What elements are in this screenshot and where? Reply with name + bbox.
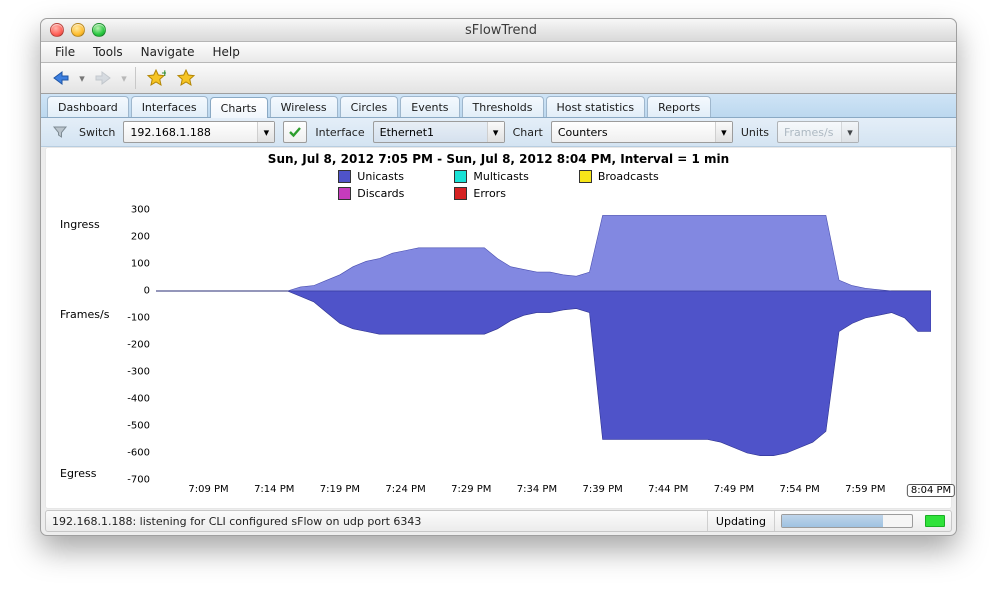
chart-plot[interactable]	[156, 210, 931, 480]
switch-label: Switch	[79, 126, 115, 139]
switch-combo[interactable]: 192.168.1.188 ▾	[123, 121, 275, 143]
switch-value: 192.168.1.188	[124, 126, 214, 139]
x-tick: 7:49 PM	[714, 484, 754, 495]
back-button[interactable]	[47, 66, 75, 90]
legend-label: Discards	[357, 187, 404, 200]
forward-button[interactable]	[89, 66, 117, 90]
status-message: 192.168.1.188: listening for CLI configu…	[46, 511, 708, 531]
status-state: Updating	[708, 511, 775, 531]
units-combo: Frames/s ▾	[777, 121, 859, 143]
tab-charts[interactable]: Charts	[210, 97, 268, 118]
tabstrip: Dashboard Interfaces Charts Wireless Cir…	[41, 94, 956, 118]
minimize-icon[interactable]	[71, 23, 85, 37]
tab-wireless[interactable]: Wireless	[270, 96, 338, 117]
y-tick: 200	[131, 232, 156, 243]
units-value: Frames/s	[778, 126, 837, 139]
tab-host-stats[interactable]: Host statistics	[546, 96, 646, 117]
chevron-down-icon: ▾	[715, 122, 732, 142]
ingress-label: Ingress	[60, 218, 100, 231]
chevron-down-icon: ▾	[487, 122, 504, 142]
y-tick: -300	[127, 367, 156, 378]
x-tick: 7:29 PM	[451, 484, 491, 495]
status-bar: 192.168.1.188: listening for CLI configu…	[45, 510, 952, 532]
selector-bar: Switch 192.168.1.188 ▾ Interface Etherne…	[41, 118, 956, 147]
x-tick: 7:14 PM	[254, 484, 294, 495]
tab-circles[interactable]: Circles	[340, 96, 399, 117]
y-tick: -400	[127, 394, 156, 405]
x-tick: 7:09 PM	[188, 484, 228, 495]
legend-swatch-discards	[338, 187, 351, 200]
chart-combo[interactable]: Counters ▾	[551, 121, 733, 143]
svg-text:+: +	[161, 69, 166, 79]
interface-value: Ethernet1	[374, 126, 438, 139]
tab-dashboard[interactable]: Dashboard	[47, 96, 129, 117]
close-icon[interactable]	[50, 23, 64, 37]
legend-label: Broadcasts	[598, 170, 659, 183]
legend-swatch-errors	[454, 187, 467, 200]
menu-navigate[interactable]: Navigate	[133, 43, 203, 61]
chevron-down-icon: ▾	[841, 122, 858, 142]
toolbar: ▾ ▾ +	[41, 63, 956, 94]
y-tick: -100	[127, 313, 156, 324]
tab-interfaces[interactable]: Interfaces	[131, 96, 208, 117]
legend-label: Errors	[473, 187, 506, 200]
y-tick: 0	[144, 286, 156, 297]
legend-swatch-multicasts	[454, 170, 467, 183]
tab-events[interactable]: Events	[400, 96, 459, 117]
x-tick: 7:59 PM	[845, 484, 885, 495]
forward-history-caret[interactable]: ▾	[119, 72, 129, 85]
window-title: sFlowTrend	[106, 23, 896, 38]
y-tick: -700	[127, 475, 156, 486]
favorites-button[interactable]	[172, 66, 200, 90]
legend-label: Unicasts	[357, 170, 404, 183]
back-history-caret[interactable]: ▾	[77, 72, 87, 85]
y-tick: 300	[131, 205, 156, 216]
menu-file[interactable]: File	[47, 43, 83, 61]
interface-label: Interface	[315, 126, 364, 139]
chart-title: Sun, Jul 8, 2012 7:05 PM - Sun, Jul 8, 2…	[46, 152, 951, 166]
chart-legend: Unicasts Discards Multicasts Errors Broa…	[46, 170, 951, 200]
menu-tools[interactable]: Tools	[85, 43, 131, 61]
y-axis-label: Frames/s	[60, 308, 109, 321]
chart-value: Counters	[552, 126, 612, 139]
menubar: File Tools Navigate Help	[41, 42, 956, 63]
y-tick: -600	[127, 448, 156, 459]
x-tick: 7:54 PM	[779, 484, 819, 495]
units-label: Units	[741, 126, 769, 139]
y-tick: 100	[131, 259, 156, 270]
tab-thresholds[interactable]: Thresholds	[462, 96, 544, 117]
chart-panel: Sun, Jul 8, 2012 7:05 PM - Sun, Jul 8, 2…	[45, 147, 952, 509]
legend-swatch-unicasts	[338, 170, 351, 183]
chart-label: Chart	[513, 126, 543, 139]
apply-check-button[interactable]	[283, 121, 307, 143]
legend-swatch-broadcasts	[579, 170, 592, 183]
status-led-icon	[925, 515, 945, 527]
add-favorite-button[interactable]: +	[142, 66, 170, 90]
toolbar-separator	[135, 67, 136, 89]
x-tick: 7:39 PM	[582, 484, 622, 495]
x-tick: 7:44 PM	[648, 484, 688, 495]
y-tick: -200	[127, 340, 156, 351]
chevron-down-icon: ▾	[257, 122, 274, 142]
app-window: sFlowTrend File Tools Navigate Help ▾ ▾ …	[40, 18, 957, 536]
x-tick: 8:04 PM	[907, 484, 955, 497]
x-tick: 7:19 PM	[320, 484, 360, 495]
legend-label: Multicasts	[473, 170, 528, 183]
titlebar: sFlowTrend	[41, 19, 956, 42]
status-progress	[781, 514, 913, 528]
egress-label: Egress	[60, 467, 96, 480]
filter-funnel-icon[interactable]	[49, 122, 71, 142]
interface-combo[interactable]: Ethernet1 ▾	[373, 121, 505, 143]
y-tick: -500	[127, 421, 156, 432]
tab-reports[interactable]: Reports	[647, 96, 711, 117]
x-tick: 7:34 PM	[517, 484, 557, 495]
menu-help[interactable]: Help	[204, 43, 247, 61]
x-tick: 7:24 PM	[385, 484, 425, 495]
zoom-icon[interactable]	[92, 23, 106, 37]
